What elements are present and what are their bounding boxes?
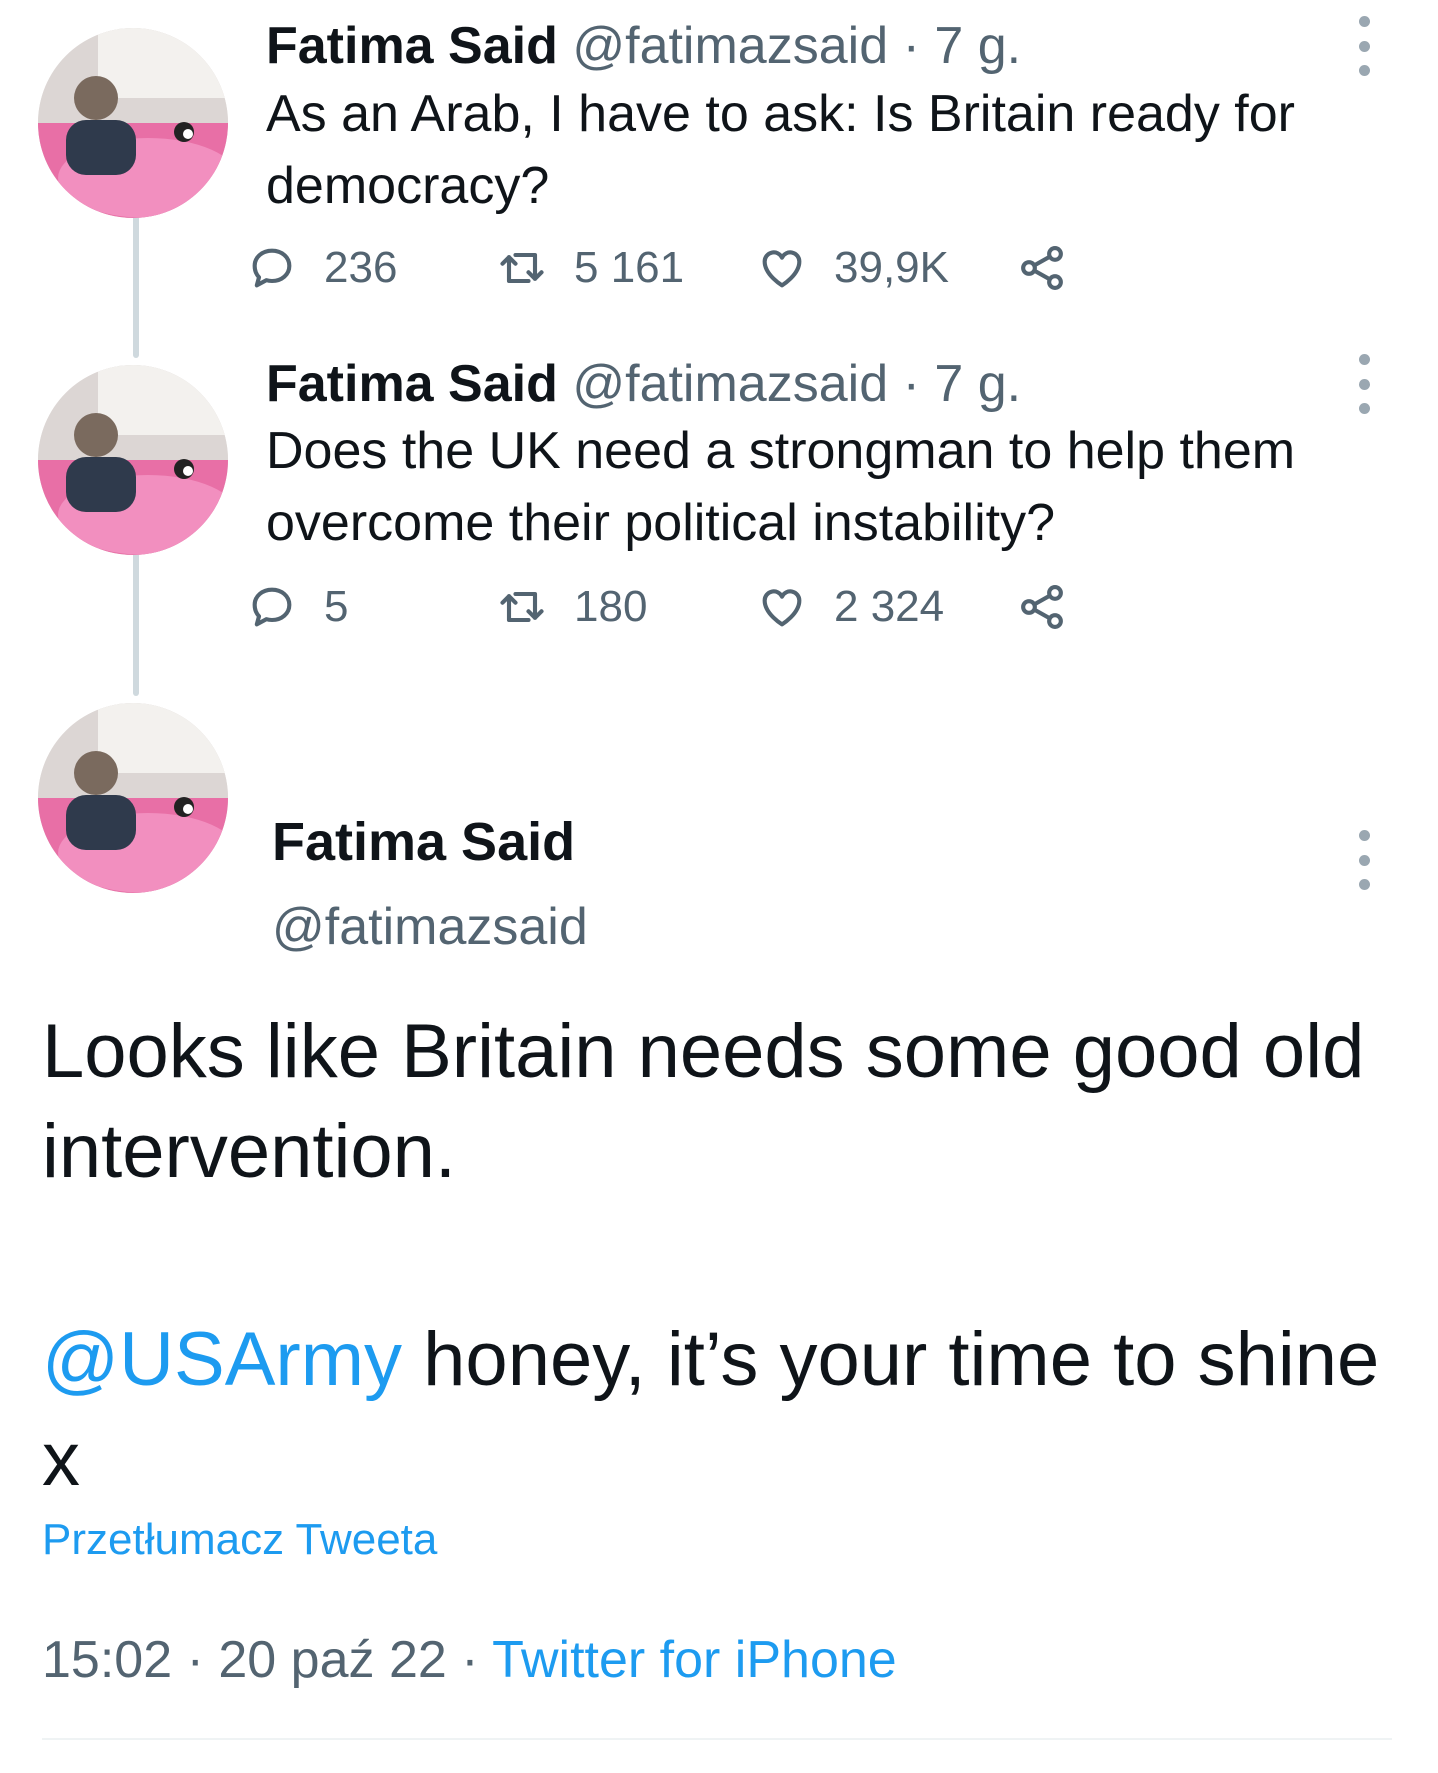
tweet-metadata: 15:02 · 20 paź 22 · Twitter for iPhone [42, 1628, 897, 1692]
more-icon[interactable] [1352, 830, 1376, 890]
avatar-image [38, 703, 228, 893]
share-icon [1021, 246, 1063, 290]
tweet-text: Looks like Britain needs some good old i… [42, 1009, 1365, 1194]
reply-count: 236 [324, 243, 398, 292]
avatar[interactable] [38, 365, 228, 555]
tweet-header: Fatima Said @fatimazsaid · 7 g. [266, 354, 1021, 414]
author-name[interactable]: Fatima Said [266, 17, 558, 75]
author-name[interactable]: Fatima Said [272, 810, 575, 874]
reply-count: 5 [324, 582, 349, 631]
author-handle[interactable]: @fatimazsaid [572, 355, 888, 413]
reply-icon [252, 587, 292, 627]
retweet-icon [500, 591, 544, 623]
tweet-actions: 236 5 161 39,9K [252, 233, 1266, 303]
retweet-icon [500, 252, 544, 284]
more-icon[interactable] [1352, 354, 1376, 414]
tweet-text: As an Arab, I have to ask: Is Britain re… [266, 85, 1295, 215]
translate-tweet-link[interactable]: Przetłumacz Tweeta [42, 1512, 437, 1568]
avatar-image [38, 365, 228, 555]
reply-button[interactable]: 236 [246, 233, 397, 303]
share-button[interactable] [1016, 572, 1094, 642]
retweet-count: 180 [574, 582, 648, 631]
author-name[interactable]: Fatima Said [266, 355, 558, 413]
divider [42, 1738, 1392, 1740]
like-button[interactable]: 2 324 [756, 572, 944, 642]
tweet-text-mention-line: @USArmy honey, it’s your time to shine x [42, 1310, 1402, 1510]
retweet-button[interactable]: 180 [496, 572, 647, 642]
author-handle[interactable]: @fatimazsaid [572, 17, 888, 75]
thread-line [133, 202, 139, 358]
mention-link[interactable]: @USArmy [42, 1317, 402, 1402]
retweet-count: 5 161 [574, 243, 685, 292]
separator: · [461, 1631, 479, 1689]
retweet-button[interactable]: 5 161 [496, 233, 684, 303]
tweet-time[interactable]: 7 g. [934, 17, 1021, 75]
tweet-source-link[interactable]: Twitter for iPhone [492, 1631, 897, 1689]
avatar[interactable] [38, 28, 228, 218]
reply-button[interactable]: 5 [246, 572, 348, 642]
share-button[interactable] [1016, 233, 1094, 303]
like-icon [762, 250, 802, 288]
tweet-header: Fatima Said @fatimazsaid · 7 g. [266, 16, 1021, 76]
separator: · [902, 355, 920, 413]
tweet-actions: 5 180 2 324 [252, 572, 1266, 642]
reply-icon [252, 248, 292, 288]
separator: · [186, 1631, 204, 1689]
like-icon [762, 589, 802, 627]
separator: · [902, 17, 920, 75]
like-button[interactable]: 39,9K [756, 233, 949, 303]
tweet-date[interactable]: 20 paź 22 [218, 1631, 446, 1689]
tweet-text: Does the UK need a strongman to help the… [266, 422, 1296, 552]
share-icon [1021, 585, 1063, 629]
author-handle[interactable]: @fatimazsaid [272, 895, 588, 959]
tweet-time[interactable]: 15:02 [42, 1631, 172, 1689]
like-count: 39,9K [834, 243, 949, 292]
avatar[interactable] [38, 703, 228, 893]
tweet-time[interactable]: 7 g. [934, 355, 1021, 413]
avatar-image [38, 28, 228, 218]
like-count: 2 324 [834, 582, 945, 631]
more-icon[interactable] [1352, 16, 1376, 76]
thread-line [133, 540, 139, 696]
